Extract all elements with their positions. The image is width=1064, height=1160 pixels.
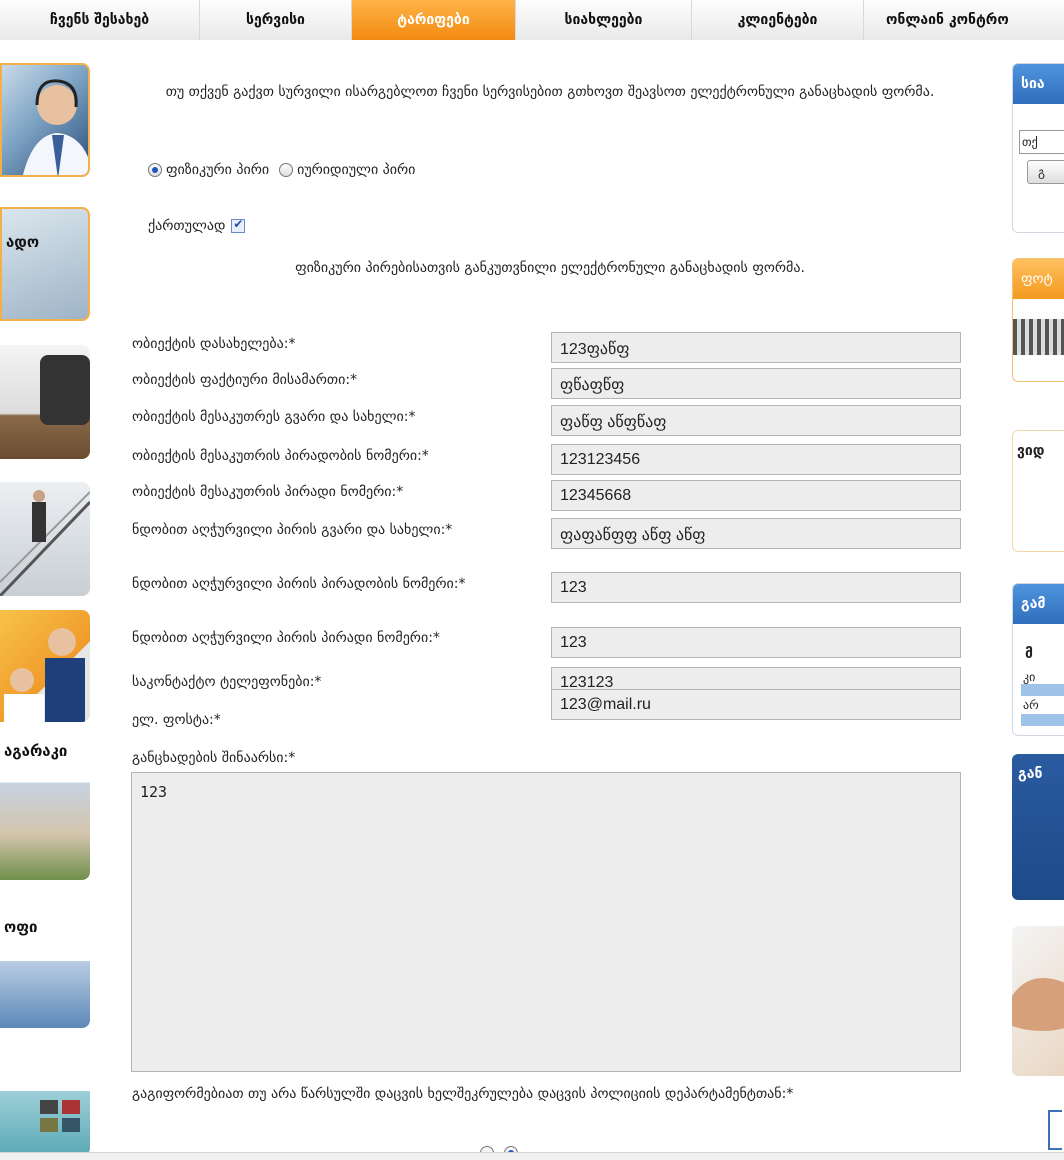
georgian-toggle: ქართულად: [148, 217, 246, 234]
georgian-toggle-label: ქართულად: [148, 218, 226, 234]
right-calculator-box: გამ მ კი არ: [1012, 583, 1064, 736]
radio-label: ფიზიკური პირი: [166, 162, 270, 178]
search-button[interactable]: გ: [1027, 160, 1064, 184]
thumb-operator-image[interactable]: [0, 63, 90, 177]
calc-option-label: კი: [1023, 670, 1036, 684]
news-box-title: გან: [1018, 766, 1043, 782]
thumb-country-house[interactable]: აგარაკი: [0, 730, 90, 880]
field-label-object-name: ობიექტის დასახელება:*: [132, 336, 296, 352]
radio-label: იურიდიული პირი: [297, 162, 416, 178]
form-title: ფიზიკური პირებისათვის განკუთვნილი ელექტრ…: [295, 260, 805, 276]
field-label-object-address: ობიექტის ფაქტიური მისამართი:*: [132, 372, 358, 388]
top-navigation: ჩვენს შესახებ სერვისი ტარიფები სიახლეები…: [0, 0, 1064, 40]
thumb-office-chair[interactable]: [0, 345, 90, 459]
horizontal-scrollbar[interactable]: [0, 1152, 1064, 1160]
thumb-office-building[interactable]: ოფი: [0, 906, 90, 1028]
trustee-id-number-input[interactable]: 123: [551, 572, 961, 603]
radio-legal-entity[interactable]: [279, 163, 294, 177]
stairs-picture-icon: [0, 490, 90, 596]
right-news-box: გან: [1012, 754, 1064, 900]
field-label-trustee-name: ნდობით აღჭურვილი პირის გვარი და სახელი:*: [132, 522, 453, 538]
radio-physical-person[interactable]: [148, 163, 162, 177]
contract-question: გაგიფორმებიათ თუ არა წარსულში დაცვის ხელ…: [132, 1086, 794, 1102]
people-picture-icon: [4, 628, 85, 722]
photo-box-title: ფოტ: [1013, 259, 1064, 299]
field-label-owner-id-number: ობიექტის მესაკუთრის პირადობის ნომერი:*: [132, 448, 429, 464]
email-input[interactable]: 123@mail.ru: [551, 689, 961, 720]
field-label-email: ელ. ფოსტა:*: [132, 712, 221, 728]
right-video-box: ვიდ: [1012, 430, 1064, 552]
person-type-radio-group: ფიზიკური პირი იურიდიული პირი: [148, 162, 415, 178]
field-label-trustee-personal-number: ნდობით აღჭურვილი პირის პირადი ნომერი:*: [132, 630, 440, 646]
field-label-statement: განცხადების შინაარსი:*: [132, 750, 296, 766]
nav-tab-tariffs[interactable]: ტარიფები: [352, 0, 516, 40]
nav-tab-about[interactable]: ჩვენს შესახებ: [0, 0, 200, 40]
owner-id-number-input[interactable]: 123123456: [551, 444, 961, 475]
thumb-label: აგარაკი: [4, 742, 68, 760]
right-edge-widget[interactable]: [1048, 1110, 1062, 1150]
right-handshake-banner[interactable]: [1012, 926, 1064, 1076]
object-name-input[interactable]: 123ფაწფ: [551, 332, 961, 363]
thumb-label: ოფი: [4, 918, 38, 936]
trustee-personal-number-input[interactable]: 123: [551, 627, 961, 658]
search-input[interactable]: თქ: [1019, 130, 1064, 154]
nav-tab-online-control[interactable]: ონლაინ კონტრო: [864, 0, 1064, 40]
field-label-phones: საკონტაქტო ტელეფონები:*: [132, 674, 322, 690]
video-box-title: ვიდ: [1017, 443, 1045, 459]
trustee-name-input[interactable]: ფაფაწფფ აწფ აწფ: [551, 518, 961, 549]
thumb-gallery[interactable]: [0, 1056, 90, 1156]
field-label-trustee-id-number: ნდობით აღჭურვილი პირის პირადობის ნომერი:…: [132, 576, 466, 592]
calc-slider[interactable]: [1021, 714, 1064, 726]
object-address-input[interactable]: ფწაფწფ: [551, 368, 961, 399]
thumb-label: ადო: [6, 233, 40, 251]
owner-personal-number-input[interactable]: 12345668: [551, 480, 961, 511]
field-label-owner-name: ობიექტის მესაკუთრეს გვარი და სახელი:*: [132, 409, 416, 425]
nav-tab-clients[interactable]: კლიენტები: [692, 0, 864, 40]
right-photo-box: ფოტ: [1012, 258, 1064, 382]
statement-textarea[interactable]: 123: [131, 772, 961, 1072]
georgian-checkbox[interactable]: [231, 217, 246, 233]
search-box-title: სია: [1013, 64, 1064, 104]
nav-tab-service[interactable]: სერვისი: [200, 0, 352, 40]
right-search-box: სია თქ გ: [1012, 63, 1064, 233]
nav-tab-news[interactable]: სიახლეები: [516, 0, 692, 40]
thumb-stairs[interactable]: [0, 482, 90, 596]
chair-picture-icon: [40, 355, 90, 425]
photos-picture-icon: [40, 1100, 80, 1132]
calc-subtitle: მ: [1025, 646, 1033, 662]
handshake-icon: [1012, 978, 1064, 1031]
owner-name-input[interactable]: ფაწფ აწფწაფ: [551, 405, 961, 436]
calc-slider[interactable]: [1021, 684, 1064, 696]
field-label-owner-personal-number: ობიექტის მესაკუთრის პირადი ნომერი:*: [132, 484, 404, 500]
operator-picture-icon: [23, 79, 88, 175]
calc-option-label: არ: [1023, 698, 1039, 712]
calc-box-title: გამ: [1013, 584, 1064, 624]
film-strip-icon[interactable]: [1013, 319, 1064, 355]
thumb-house-category[interactable]: ადო: [0, 207, 90, 321]
intro-text: თუ თქვენ გაქვთ სურვილი ისარგებლოთ ჩვენი …: [165, 84, 935, 100]
thumb-call-center[interactable]: [0, 610, 90, 722]
